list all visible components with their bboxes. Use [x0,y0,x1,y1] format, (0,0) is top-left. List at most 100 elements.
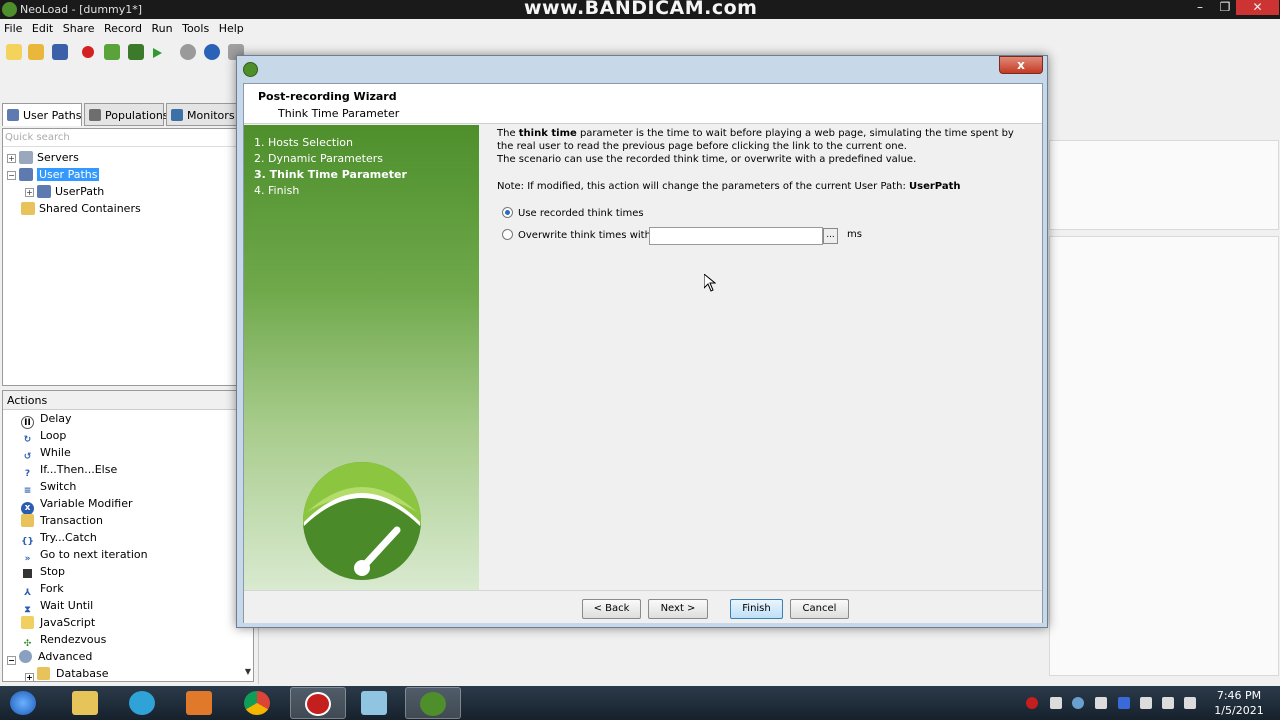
tray-icon[interactable] [1118,697,1130,709]
save-icon[interactable] [52,44,68,60]
taskbar-clock[interactable]: 7:46 PM 1/5/2021 [1207,688,1271,718]
think-time-input[interactable] [649,227,823,245]
start-button[interactable] [0,687,50,719]
clock-time: 7:46 PM [1216,689,1262,702]
notes-icon [361,691,387,715]
use-recorded-option[interactable]: Use recorded think times [502,207,644,223]
browse-button[interactable]: ... [823,228,838,244]
taskbar-chrome[interactable] [230,687,286,719]
wizard-subtitle: Think Time Parameter [278,107,400,120]
action-go-to-next-iteration[interactable]: » Go to next iteration [21,548,148,564]
debug-icon[interactable] [128,44,144,60]
user-paths-tree: Quick search + Servers − User Paths + UserP… [2,128,238,386]
flag-icon[interactable] [1162,697,1174,709]
step-hosts-selection: 1. Hosts Selection [254,136,353,149]
action-wait-until[interactable]: ⧗ Wait Until [21,599,93,615]
tab-user-paths[interactable]: User Paths [2,103,82,126]
modification-note: Note: If modified, this action will chan… [497,181,961,192]
action-transaction[interactable]: Transaction [21,514,103,530]
taskbar-app2[interactable] [115,687,171,719]
quick-search-input[interactable]: Quick search [3,129,237,147]
action-delay[interactable]: II Delay [21,412,72,429]
run-icon[interactable] [153,48,162,58]
taskbar-notes[interactable] [347,687,403,719]
check-icon[interactable] [104,44,120,60]
file-explorer-icon [72,691,98,715]
expand-icon[interactable]: + [25,188,34,197]
record-tray-icon[interactable] [1026,697,1038,709]
taskbar-explorer[interactable] [58,687,114,719]
collapse-icon[interactable]: − [7,171,16,180]
menu-share[interactable]: Share [59,20,95,35]
collapse-icon[interactable]: − [7,656,16,665]
scroll-down-arrow-icon[interactable]: ▼ [245,667,251,676]
think-time-description: The think time parameter is the time to … [497,128,1014,165]
action-database[interactable]: + Database [25,667,109,683]
action-rendezvous[interactable]: ✣ Rendezvous [21,633,107,649]
new-project-icon[interactable] [6,44,22,60]
wizard-footer: < Back Next > Finish Cancel [244,590,1042,623]
tree-node-shared-containers[interactable]: Shared Containers [21,202,141,218]
monitor-icon[interactable] [204,44,220,60]
taskbar-bandicam[interactable] [290,687,346,719]
cancel-button[interactable]: Cancel [790,599,849,619]
overwrite-option[interactable]: Overwrite think times with: [502,229,654,245]
use-recorded-radio[interactable] [502,207,513,218]
action-while[interactable]: ↺ While [21,446,71,462]
folder-icon [37,667,50,680]
action-fork[interactable]: ⅄ Fork [21,582,63,598]
folder-icon [21,514,34,527]
bluetooth-icon[interactable] [1140,697,1152,709]
media-player-icon [186,691,212,715]
tree-node-user-paths[interactable]: − User Paths [7,168,100,184]
menu-help[interactable]: Help [215,20,244,35]
expand-icon[interactable]: + [7,154,16,163]
finish-button[interactable]: Finish [730,599,783,619]
dialog-close-button[interactable]: x [999,56,1043,74]
expand-icon[interactable]: + [25,673,34,682]
cloud-icon[interactable] [180,44,196,60]
action-variable-modifier[interactable]: x Variable Modifier [21,497,133,515]
action-try-catch[interactable]: {} Try...Catch [21,531,97,547]
volume-icon[interactable] [1095,697,1107,709]
neoload-icon [243,62,258,77]
menu-tools[interactable]: Tools [178,20,209,35]
record-icon[interactable] [82,46,94,58]
tray-icon[interactable] [1072,697,1084,709]
user-icon [7,109,19,121]
recorder-watermark: www.BANDICAM.com [524,0,758,19]
tab-monitors[interactable]: Monitors [166,103,238,126]
step-think-time-parameter: 3. Think Time Parameter [254,168,407,181]
action-advanced[interactable]: − Advanced [7,650,92,666]
tree-node-servers[interactable]: + Servers [7,151,79,167]
javascript-icon [21,616,34,629]
taskbar-media[interactable] [172,687,228,719]
tree-node-userpath[interactable]: + UserPath [25,185,104,201]
stop-icon [23,569,32,578]
menu-bar: File Edit Share Record Run Tools Help [0,20,1280,38]
action-switch[interactable]: ≡ Switch [21,480,77,496]
next-button[interactable]: Next > [648,599,708,619]
open-folder-icon[interactable] [28,44,44,60]
action-loop[interactable]: ↻ Loop [21,429,67,445]
unit-label: ms [847,229,862,240]
menu-edit[interactable]: Edit [28,20,53,35]
actions-panel: Actions II Delay ↻ Loop ↺ While ? If...Then.… [2,390,254,682]
action-javascript[interactable]: JavaScript [21,616,95,632]
menu-run[interactable]: Run [148,20,173,35]
action-if-then-else[interactable]: ? If...Then...Else [21,463,117,479]
menu-file[interactable]: File [0,20,22,35]
tray-icon[interactable] [1050,697,1062,709]
action-stop[interactable]: Stop [21,565,65,581]
close-window-icon[interactable]: ✕ [1236,0,1279,15]
network-icon[interactable] [1184,697,1196,709]
step-dynamic-parameters: 2. Dynamic Parameters [254,152,383,165]
taskbar-neoload[interactable] [405,687,461,719]
overwrite-radio[interactable] [502,229,513,240]
menu-record[interactable]: Record [100,20,142,35]
actions-header: Actions [3,391,253,410]
title-bar: NeoLoad - [dummy1*] www.BANDICAM.com – ❐… [0,0,1280,19]
taskbar [0,686,1280,720]
tab-populations[interactable]: Populations [84,103,169,126]
back-button[interactable]: < Back [582,599,641,619]
